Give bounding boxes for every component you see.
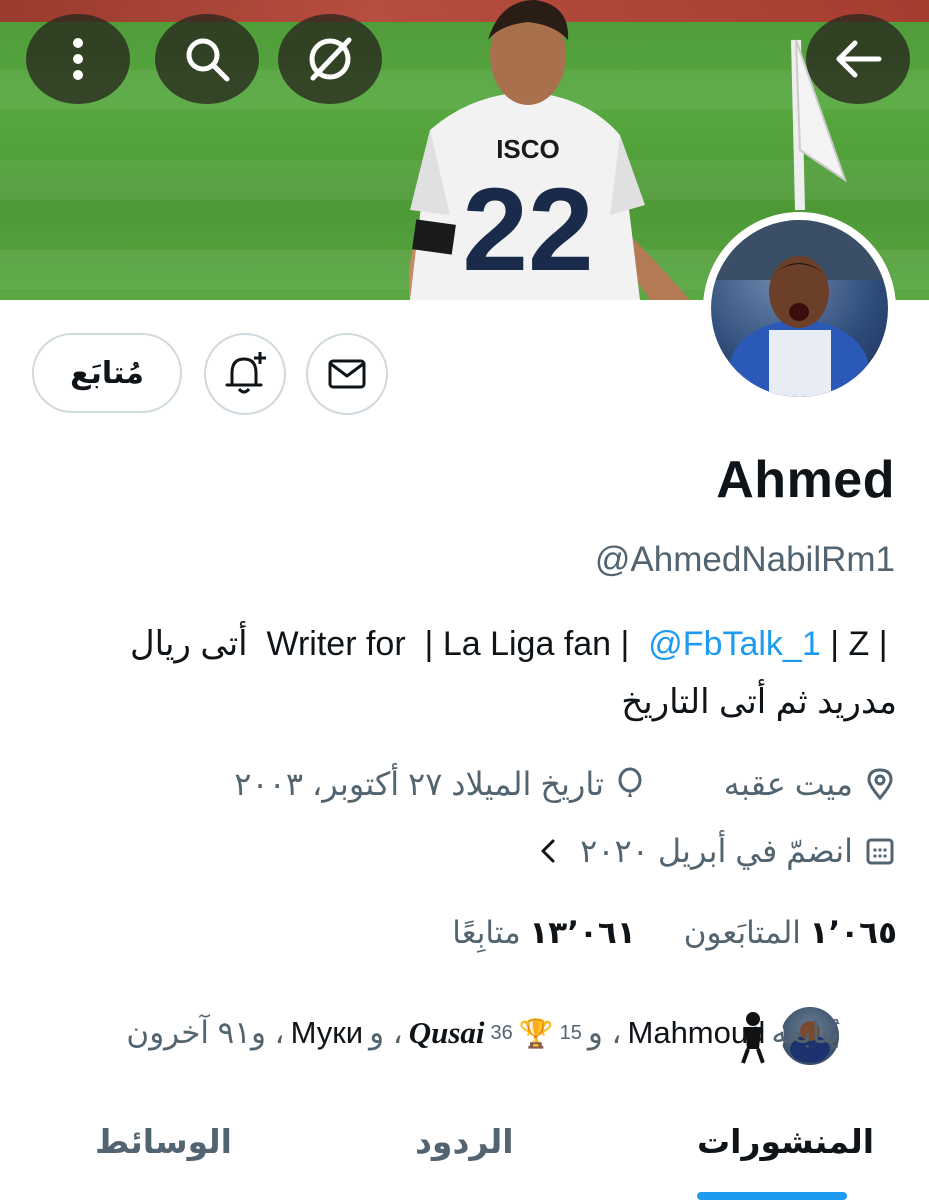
location-pin-icon xyxy=(867,768,893,801)
message-button[interactable] xyxy=(306,333,388,415)
birthdate-item: تاريخ الميلاد ٢٧ أكتوبر، ٢٠٠٣ xyxy=(234,765,644,803)
follow-stats: ١٬٠٦٥ المتابَعون ١٣٬٠٦١ متابِعًا xyxy=(452,915,897,951)
followed-by-sep-1: ، و xyxy=(587,1015,622,1050)
followers-stat[interactable]: ١٬٠٦٥ المتابَعون xyxy=(684,915,897,951)
follower-name-1: Mahmoud xyxy=(627,1015,766,1050)
bio-mention-link[interactable]: @FbTalk_1 xyxy=(648,625,820,663)
bell-plus-icon xyxy=(225,352,266,394)
profile-avatar[interactable] xyxy=(703,212,896,405)
location-item: ميت عقبه xyxy=(724,765,895,803)
following-stat[interactable]: ١٣٬٠٦١ متابِعًا xyxy=(452,915,635,951)
search-button[interactable] xyxy=(155,14,259,104)
tab-posts[interactable]: المنشورات xyxy=(697,1122,874,1161)
followers-count: ١٬٠٦٥ xyxy=(809,915,897,950)
following-button[interactable]: مُتابَع xyxy=(32,333,182,413)
active-tab-indicator xyxy=(697,1192,847,1200)
calendar-icon xyxy=(866,838,894,865)
back-button[interactable] xyxy=(806,14,910,104)
bio-line-1: أتى ريال Writer for | La Liga fan | @FbT… xyxy=(130,624,897,664)
follower-name-3: Муки xyxy=(290,1015,364,1050)
grok-icon xyxy=(309,37,352,81)
jersey-number: 22 xyxy=(462,164,593,296)
tab-media[interactable]: الوسائط xyxy=(95,1122,232,1161)
bio-middle-text: Writer for | La Liga fan | xyxy=(257,625,639,663)
followed-by-prefix: يُتابعه xyxy=(771,1015,839,1050)
search-icon xyxy=(186,38,230,82)
bio-line-2: مدريد ثم أتى التاريخ xyxy=(621,683,897,721)
followed-by-suffix: ، و٩١ آخرون xyxy=(126,1015,285,1050)
display-name: Ahmed xyxy=(716,451,895,509)
balloon-icon xyxy=(618,767,642,797)
arrow-left-icon xyxy=(836,40,882,78)
followed-by-text[interactable]: يُتابعه Mahmoud ، و 15 🏆 36 Qusai ، و Му… xyxy=(126,1015,839,1051)
notifications-button[interactable] xyxy=(204,333,286,415)
bio-prefix-text: | Z | xyxy=(830,625,897,663)
trophy-icon: 🏆 xyxy=(518,1017,554,1049)
joined-text: انضمّ في أبريل ٢٠٢٠ xyxy=(580,833,853,869)
following-label: متابِعًا xyxy=(452,915,521,950)
follower-num-36: 36 xyxy=(490,1021,513,1044)
followers-label: المتابَعون xyxy=(683,915,801,950)
bio-suffix-text: أتى ريال xyxy=(129,625,248,663)
joined-item: انضمّ في أبريل ٢٠٢٠ xyxy=(538,832,895,870)
jersey-name: ISCO xyxy=(496,134,560,164)
avatar-photo xyxy=(711,220,888,397)
chevron-left-icon[interactable] xyxy=(538,836,558,866)
mail-icon xyxy=(328,359,366,389)
follower-num-15: 15 xyxy=(559,1021,582,1044)
grok-button[interactable] xyxy=(278,14,382,104)
tab-replies[interactable]: الردود xyxy=(415,1122,514,1161)
profile-tabs: المنشورات الردود الوسائط xyxy=(0,1100,929,1200)
follower-name-2: Qusai xyxy=(408,1015,485,1050)
more-vertical-icon xyxy=(73,38,83,80)
location-text: ميت عقبه xyxy=(723,766,853,802)
birthdate-text: تاريخ الميلاد ٢٧ أكتوبر، ٢٠٠٣ xyxy=(234,766,604,802)
following-count: ١٣٬٠٦١ xyxy=(529,915,636,950)
followed-by-sep-2: ، و xyxy=(369,1015,403,1050)
user-handle: @AhmedNabilRm1 xyxy=(594,540,895,579)
following-button-label: مُتابَع xyxy=(70,356,144,390)
more-options-button[interactable] xyxy=(26,14,130,104)
